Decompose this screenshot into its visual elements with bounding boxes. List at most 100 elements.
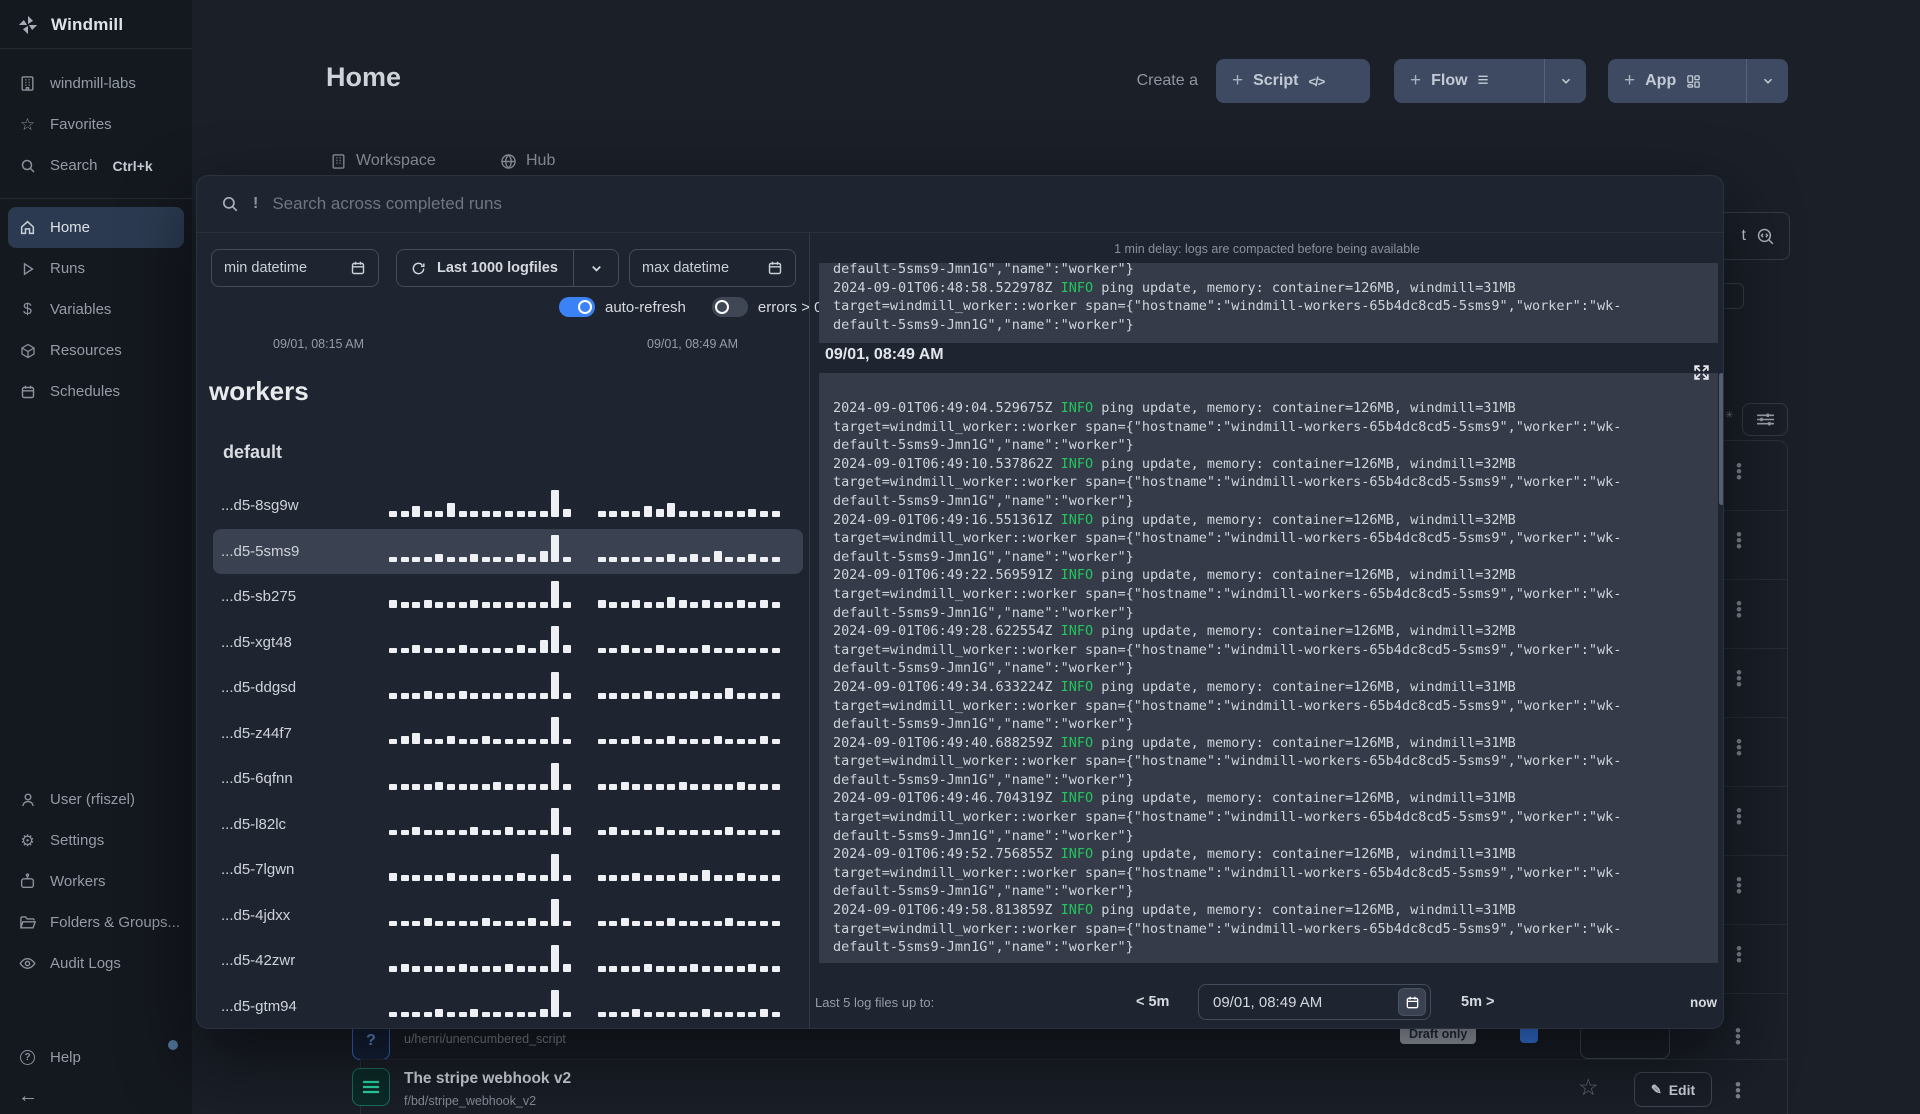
pencil-icon: ✎ (1650, 1081, 1662, 1097)
row-kebab-menu-icon[interactable]: • • • (1731, 802, 1747, 831)
worker-row-d5-z44f7[interactable]: ...d5-z44f7 (213, 711, 803, 757)
sidebar-item-runs[interactable]: Runs (0, 248, 192, 289)
app-logo-row: Windmill (0, 0, 192, 48)
worker-row-d5-8sg9w[interactable]: ...d5-8sg9w (213, 483, 803, 529)
tab-hub[interactable]: Hub (500, 152, 555, 170)
log-delay-notice: 1 min delay: logs are compacted before b… (1114, 242, 1420, 256)
favorite-star-icon[interactable]: ☆ (1578, 1074, 1599, 1101)
row-kebab-menu-icon[interactable]: • • • (1731, 871, 1747, 900)
log-datetime-value: 09/01, 08:49 AM (1213, 993, 1323, 1011)
worker-row-d5-xgt48[interactable]: ...d5-xgt48 (213, 620, 803, 666)
app-button-label: App (1645, 72, 1677, 89)
row-kebab-menu-icon[interactable]: • • • (1731, 457, 1747, 486)
edit-button[interactable]: ✎ Edit (1634, 1072, 1712, 1107)
column-divider (809, 233, 810, 1028)
worker-row-d5-5sms9[interactable]: ...d5-5sms9 (213, 528, 803, 574)
plus-icon: + (1232, 70, 1244, 91)
row-kebab-menu-icon[interactable]: • • • (1731, 940, 1747, 969)
worker-row-d5-sb275[interactable]: ...d5-sb275 (213, 574, 803, 620)
worker-activity-sparkline (389, 717, 783, 748)
sidebar-item-schedules[interactable]: Schedules (0, 371, 192, 412)
worker-row-d5-l82lc[interactable]: ...d5-l82lc (213, 802, 803, 848)
sidebar-item-settings[interactable]: ⚙ Settings (0, 820, 192, 861)
sidebar-item-audit-logs[interactable]: Audit Logs (0, 943, 192, 984)
row-kebab-menu-icon[interactable]: • • • (1731, 526, 1747, 555)
sidebar-item-label: Workers (50, 873, 106, 890)
create-flow-button[interactable]: + Flow ≡ (1394, 59, 1586, 103)
worker-activity-sparkline (389, 626, 783, 657)
edit-button[interactable] (1580, 1024, 1670, 1059)
max-datetime-input[interactable]: max datetime (629, 249, 796, 287)
log-datetime-input[interactable]: 09/01, 08:49 AM (1198, 984, 1431, 1020)
worker-activity-sparkline (389, 808, 783, 839)
log-block-previous: default-5sms9-Jmn1G","name":"worker"} 202… (819, 263, 1718, 343)
row-kebab-menu-icon[interactable]: • • • (1730, 1022, 1746, 1051)
worker-name: ...d5-ddgsd (221, 679, 297, 697)
logfiles-range-button[interactable]: Last 1000 logfiles (396, 249, 619, 287)
sidebar-item-help[interactable]: ? Help (0, 1037, 192, 1078)
row-kebab-menu-icon[interactable]: • • • (1731, 733, 1747, 762)
hub-tab-label: Hub (526, 152, 556, 169)
sidebar-item-search[interactable]: Search Ctrl+k (0, 145, 192, 186)
search-icon (18, 158, 37, 174)
search-shortcut: Ctrl+k (112, 157, 153, 174)
create-app-button[interactable]: + App (1608, 59, 1788, 103)
help-icon: ? (18, 1050, 37, 1065)
sidebar-item-resources[interactable]: Resources (0, 330, 192, 371)
display-settings-button[interactable] (1742, 403, 1788, 436)
asterisk-icon: ✳ (1725, 410, 1734, 421)
sidebar-item-user-rfiszel-[interactable]: User (rfiszel) (0, 779, 192, 820)
notification-dot (168, 1040, 178, 1050)
worker-activity-sparkline (389, 671, 783, 703)
log-scrollbar-thumb[interactable] (1719, 373, 1723, 505)
row-kebab-menu-icon[interactable]: • • • (1730, 1076, 1746, 1105)
worker-name: ...d5-6qfnn (221, 770, 293, 788)
logfiles-dropdown-chevron[interactable] (573, 250, 618, 286)
eye-icon (18, 955, 37, 972)
errors-label: errors > 0 (757, 298, 823, 316)
row-kebab-menu-icon[interactable]: • • • (1731, 595, 1747, 624)
worker-activity-sparkline (389, 899, 783, 930)
sidebar-item-label: Resources (50, 342, 122, 359)
app-dropdown-chevron[interactable] (1746, 59, 1788, 103)
log-footer-label: Last 5 log files up to: (815, 994, 935, 1010)
worker-row-d5-4jdxx[interactable]: ...d5-4jdxx (213, 893, 803, 939)
tab-workspace[interactable]: Workspace (330, 152, 436, 170)
worker-row-d5-42zwr[interactable]: ...d5-42zwr (213, 938, 803, 984)
globe-icon (500, 153, 517, 170)
errors-toggle[interactable] (711, 297, 748, 317)
back-5m-button[interactable]: < 5m (1136, 994, 1169, 1010)
worker-row-d5-gtm94[interactable]: ...d5-gtm94 (213, 984, 803, 1029)
sidebar-item-favorites[interactable]: ☆ Favorites (0, 104, 192, 145)
expand-log-icon[interactable] (1693, 364, 1710, 381)
worker-row-d5-6qfnn[interactable]: ...d5-6qfnn (213, 756, 803, 802)
app-title: Windmill (51, 15, 124, 34)
sidebar-item-folders-groups-[interactable]: Folders & Groups... (0, 902, 192, 943)
worker-activity-sparkline (389, 990, 783, 1021)
auto-refresh-toggle[interactable] (559, 297, 595, 317)
forward-5m-button[interactable]: 5m > (1461, 994, 1494, 1010)
grid-icon (1686, 74, 1701, 89)
create-script-button[interactable]: + Script </> (1216, 59, 1370, 103)
item-row-stripe-webhook[interactable]: The stripe webhook v2 f/bd/stripe_webhoo… (352, 1066, 1788, 1114)
sidebar-item-home[interactable]: Home (8, 207, 184, 248)
worker-name: ...d5-5sms9 (221, 542, 300, 560)
worker-row-d5-ddgsd[interactable]: ...d5-ddgsd (213, 665, 803, 711)
star-icon: ☆ (19, 114, 36, 134)
worker-name: ...d5-z44f7 (221, 724, 292, 742)
sidebar-item-variables[interactable]: $ Variables (0, 289, 192, 330)
collapse-sidebar-arrow-icon[interactable]: ← (18, 1085, 38, 1108)
flow-dropdown-chevron[interactable] (1544, 59, 1586, 103)
page-title: Home (326, 62, 402, 92)
worker-row-d5-7lgwn[interactable]: ...d5-7lgwn (213, 847, 803, 893)
row-kebab-menu-icon[interactable]: • • • (1731, 664, 1747, 693)
sidebar-item-workspace[interactable]: windmill-labs (0, 63, 192, 104)
runs-search-input[interactable] (272, 194, 1173, 214)
windmill-logo-icon (17, 14, 39, 36)
now-button[interactable]: now (1690, 995, 1717, 1010)
gear-icon: ⚙ (20, 832, 35, 850)
min-datetime-input[interactable]: min datetime (211, 249, 379, 287)
sidebar-item-workers[interactable]: Workers (0, 861, 192, 902)
worker-activity-sparkline (389, 489, 783, 521)
bang-prefix: ! (253, 195, 259, 212)
